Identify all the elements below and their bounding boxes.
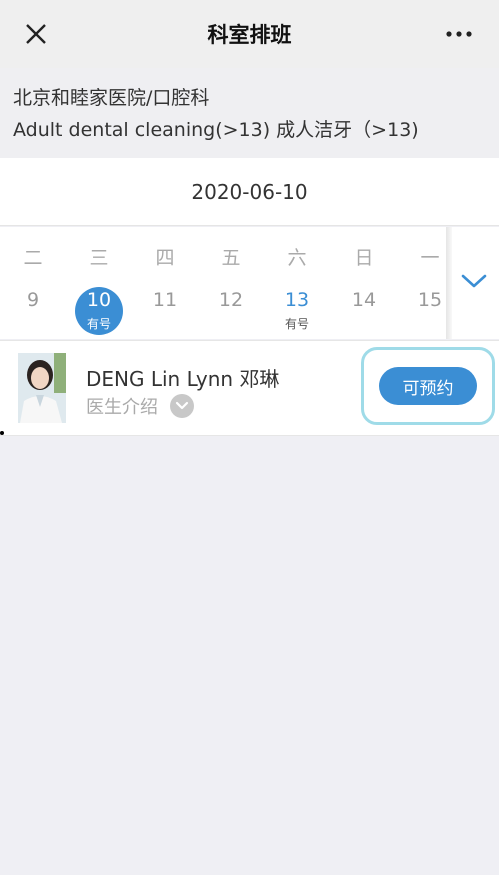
day-item[interactable]: 六 13 有号	[264, 227, 330, 339]
availability-tag: 有号	[86, 317, 111, 331]
day-item[interactable]: 五 12	[198, 227, 264, 339]
doctor-card: DENG Lin Lynn 邓琳 医生介绍 可预约	[0, 340, 499, 436]
close-icon[interactable]	[22, 20, 50, 48]
chevron-down-icon[interactable]	[460, 272, 488, 290]
date-number: 10	[86, 289, 112, 311]
doctor-intro-label: 医生介绍	[86, 397, 158, 418]
book-button-highlight: 可预约	[361, 347, 495, 425]
stray-dot	[0, 431, 4, 435]
date-number: 9	[26, 289, 40, 311]
more-icon[interactable]	[445, 26, 473, 42]
page-title: 科室排班	[207, 23, 292, 47]
service-name: Adult dental cleaning(>13) 成人洁牙（>13)	[13, 119, 419, 141]
weekday-label: 二	[23, 247, 43, 269]
weekday-label: 三	[89, 247, 109, 269]
nav-bar: 科室排班	[0, 0, 499, 68]
hospital-department: 北京和睦家医院/口腔科	[13, 87, 210, 109]
selected-date: 2020-06-10	[0, 158, 499, 226]
weekday-label: 四	[155, 247, 175, 269]
week-calendar: 二 9 三 10 有号 四 11 五 12 六 13 有号 日 14 一 15 …	[0, 227, 499, 339]
date-number: 13	[284, 289, 310, 311]
expand-intro-icon[interactable]	[170, 394, 194, 418]
availability-tag: 有号	[284, 317, 309, 331]
clinic-info: 北京和睦家医院/口腔科 Adult dental cleaning(>13) 成…	[0, 68, 499, 158]
weekday-label: 五	[221, 247, 241, 269]
day-item[interactable]: 二 9	[0, 227, 66, 339]
weekday-label: 六	[287, 247, 307, 269]
date-number: 12	[218, 289, 244, 311]
day-item-selected[interactable]: 三 10 有号	[66, 227, 132, 339]
weekday-label: 日	[354, 247, 374, 269]
day-item[interactable]: 日 14	[331, 227, 397, 339]
date-number: 11	[152, 289, 178, 311]
doctor-name: DENG Lin Lynn 邓琳	[86, 367, 280, 391]
doctor-avatar	[18, 353, 66, 423]
doctor-intro[interactable]: 医生介绍	[86, 393, 194, 419]
day-item[interactable]: 四 11	[132, 227, 198, 339]
book-button[interactable]: 可预约	[379, 367, 477, 405]
date-number: 14	[351, 289, 377, 311]
